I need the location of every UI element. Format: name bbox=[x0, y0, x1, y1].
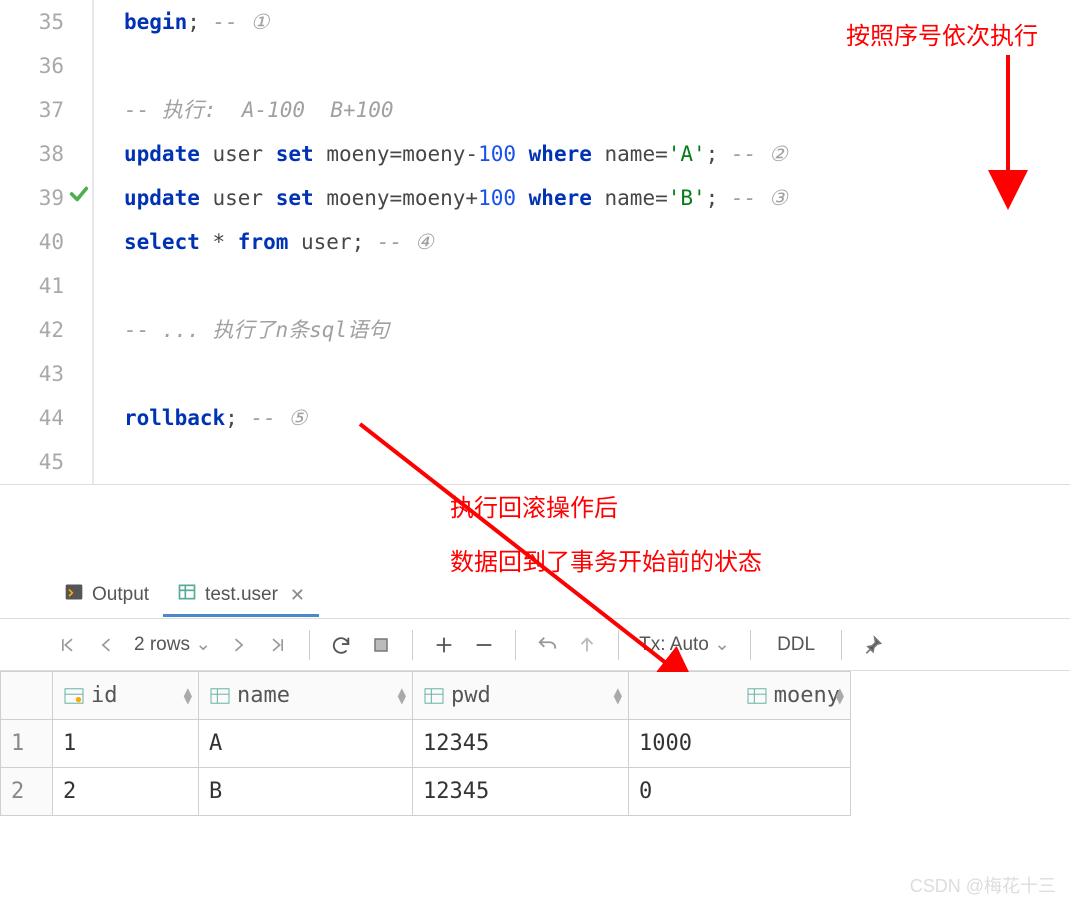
sort-icon[interactable]: ▲▼ bbox=[836, 688, 844, 704]
line-number: 41 bbox=[0, 264, 84, 308]
column-icon bbox=[209, 687, 231, 705]
table-row[interactable]: 1 1 A 12345 1000 bbox=[1, 720, 851, 768]
col-header-moeny[interactable]: moeny ▲▼ bbox=[629, 672, 851, 720]
sort-icon[interactable]: ▲▼ bbox=[398, 688, 406, 704]
check-icon bbox=[68, 176, 90, 220]
line-number: 38 bbox=[0, 132, 84, 176]
console-icon bbox=[64, 582, 84, 608]
cell-id[interactable]: 1 bbox=[53, 720, 199, 768]
col-header-pwd[interactable]: pwd ▲▼ bbox=[413, 672, 629, 720]
delete-row-button[interactable] bbox=[467, 628, 501, 662]
result-table: id ▲▼ name ▲▼ pwd ▲▼ bbox=[0, 671, 1070, 816]
line-number: 40 bbox=[0, 220, 84, 264]
next-page-button[interactable] bbox=[221, 628, 255, 662]
tab-label: test.user bbox=[205, 584, 278, 606]
cell-pwd[interactable]: 12345 bbox=[413, 720, 629, 768]
cell-name[interactable]: B bbox=[199, 768, 413, 816]
code-area[interactable]: begin; -- ① -- 执行: A-100 B+100 update us… bbox=[92, 0, 1070, 484]
key-column-icon bbox=[63, 687, 85, 705]
cell-moeny[interactable]: 1000 bbox=[629, 720, 851, 768]
sort-icon[interactable]: ▲▼ bbox=[184, 688, 192, 704]
watermark: CSDN @梅花十三 bbox=[910, 872, 1056, 898]
tx-mode[interactable]: Tx: Auto ⌄ bbox=[633, 633, 736, 656]
tab-testuser[interactable]: test.user ✕ bbox=[163, 576, 319, 617]
line-number: 35 bbox=[0, 0, 84, 44]
row-num-header bbox=[1, 672, 53, 720]
results-toolbar: 2 rows ⌄ Tx: Auto ⌄ DDL bbox=[0, 619, 1070, 671]
code-editor[interactable]: 35 36 37 38 39 40 41 42 43 44 45 begin; … bbox=[0, 0, 1070, 485]
commit-button[interactable] bbox=[570, 628, 604, 662]
result-tabs: Output test.user ✕ bbox=[0, 575, 1070, 619]
revert-button[interactable] bbox=[530, 628, 564, 662]
annotation-sequence: 按照序号依次执行 bbox=[846, 16, 1038, 51]
column-icon bbox=[423, 687, 445, 705]
cell-pwd[interactable]: 12345 bbox=[413, 768, 629, 816]
first-page-button[interactable] bbox=[50, 628, 84, 662]
chevron-down-icon: ⌄ bbox=[195, 634, 211, 655]
table-icon bbox=[177, 582, 197, 608]
line-number: 42 bbox=[0, 308, 84, 352]
gutter: 35 36 37 38 39 40 41 42 43 44 45 bbox=[0, 0, 92, 484]
add-row-button[interactable] bbox=[427, 628, 461, 662]
prev-page-button[interactable] bbox=[90, 628, 124, 662]
line-number: 45 bbox=[0, 440, 84, 484]
annotation-rollback1: 执行回滚操作后 bbox=[450, 488, 618, 523]
tab-output[interactable]: Output bbox=[50, 576, 163, 617]
close-icon[interactable]: ✕ bbox=[290, 585, 305, 606]
row-number: 1 bbox=[1, 720, 53, 768]
line-number: 36 bbox=[0, 44, 84, 88]
cell-id[interactable]: 2 bbox=[53, 768, 199, 816]
cell-name[interactable]: A bbox=[199, 720, 413, 768]
sort-icon[interactable]: ▲▼ bbox=[614, 688, 622, 704]
row-number: 2 bbox=[1, 768, 53, 816]
tab-label: Output bbox=[92, 584, 149, 606]
line-number: 43 bbox=[0, 352, 84, 396]
col-header-name[interactable]: name ▲▼ bbox=[199, 672, 413, 720]
line-number: 37 bbox=[0, 88, 84, 132]
reload-button[interactable] bbox=[324, 628, 358, 662]
cell-moeny[interactable]: 0 bbox=[629, 768, 851, 816]
ddl-button[interactable]: DDL bbox=[765, 634, 827, 656]
column-icon bbox=[746, 687, 768, 705]
last-page-button[interactable] bbox=[261, 628, 295, 662]
pin-button[interactable] bbox=[856, 628, 890, 662]
annotation-rollback2: 数据回到了事务开始前的状态 bbox=[450, 542, 762, 577]
stop-button[interactable] bbox=[364, 628, 398, 662]
chevron-down-icon: ⌄ bbox=[714, 634, 730, 655]
rows-count[interactable]: 2 rows ⌄ bbox=[130, 633, 215, 656]
line-number: 44 bbox=[0, 396, 84, 440]
table-row[interactable]: 2 2 B 12345 0 bbox=[1, 768, 851, 816]
line-number: 39 bbox=[0, 176, 84, 220]
col-header-id[interactable]: id ▲▼ bbox=[53, 672, 199, 720]
